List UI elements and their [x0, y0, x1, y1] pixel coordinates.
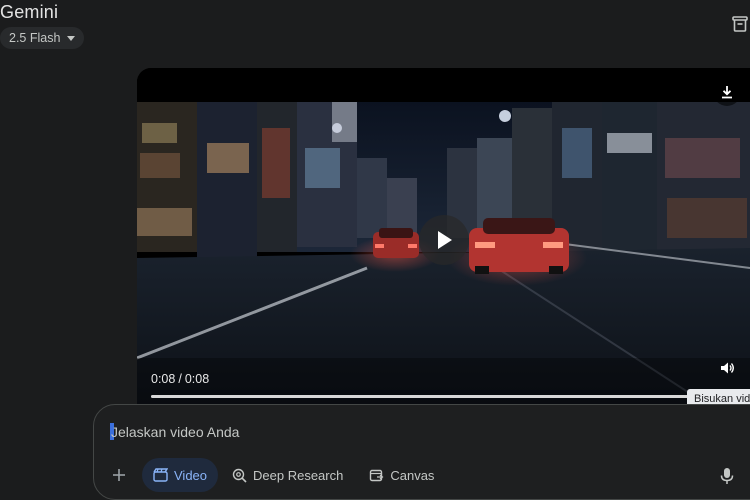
deep-research-icon: [232, 468, 247, 483]
mute-button[interactable]: [715, 356, 739, 380]
clear-history-icon[interactable]: [730, 14, 750, 34]
add-attachment-button[interactable]: [106, 462, 132, 488]
time-separator: /: [178, 372, 182, 386]
chevron-down-icon: [67, 35, 76, 41]
volume-icon: [721, 362, 734, 374]
tool-video-label: Video: [174, 467, 208, 483]
prompt-input[interactable]: Jelaskan video Anda: [110, 423, 239, 440]
app-title: Gemini: [0, 2, 59, 22]
play-button[interactable]: [419, 215, 469, 265]
video-progress-fill: [151, 395, 736, 398]
tool-bar: Video Deep Research Canvas: [106, 457, 448, 493]
duration: 0:08: [184, 372, 210, 386]
prompt-placeholder: Jelaskan video Anda: [111, 424, 240, 440]
tool-canvas[interactable]: Canvas: [357, 458, 446, 492]
download-icon: [722, 86, 732, 99]
video-progress-bar[interactable]: [151, 395, 736, 398]
video-time: 0:08/0:08: [151, 372, 209, 386]
canvas-icon: [370, 469, 384, 481]
tool-canvas-label: Canvas: [390, 467, 435, 483]
tool-deep-research[interactable]: Deep Research: [220, 458, 355, 492]
tool-video[interactable]: Video: [142, 458, 219, 492]
model-selector[interactable]: 2.5 Flash: [0, 27, 84, 49]
download-button[interactable]: [713, 78, 741, 106]
plus-icon: [113, 469, 125, 481]
video-clapper-icon: [153, 468, 168, 482]
tool-deep-research-label: Deep Research: [253, 467, 344, 483]
current-time: 0:08: [151, 372, 176, 386]
model-selector-label: 2.5 Flash: [9, 31, 61, 45]
gemini-app: Gemini 2.5 Flash 0:08 / 0:08 Bisukan vid…: [0, 0, 750, 500]
microphone-button[interactable]: [716, 465, 738, 487]
prompt-composer: Jelaskan video Anda Video Deep Research …: [93, 404, 750, 500]
video-player[interactable]: 0:08/0:08: [137, 68, 750, 404]
play-icon: [438, 231, 452, 249]
microphone-icon: [720, 468, 734, 484]
